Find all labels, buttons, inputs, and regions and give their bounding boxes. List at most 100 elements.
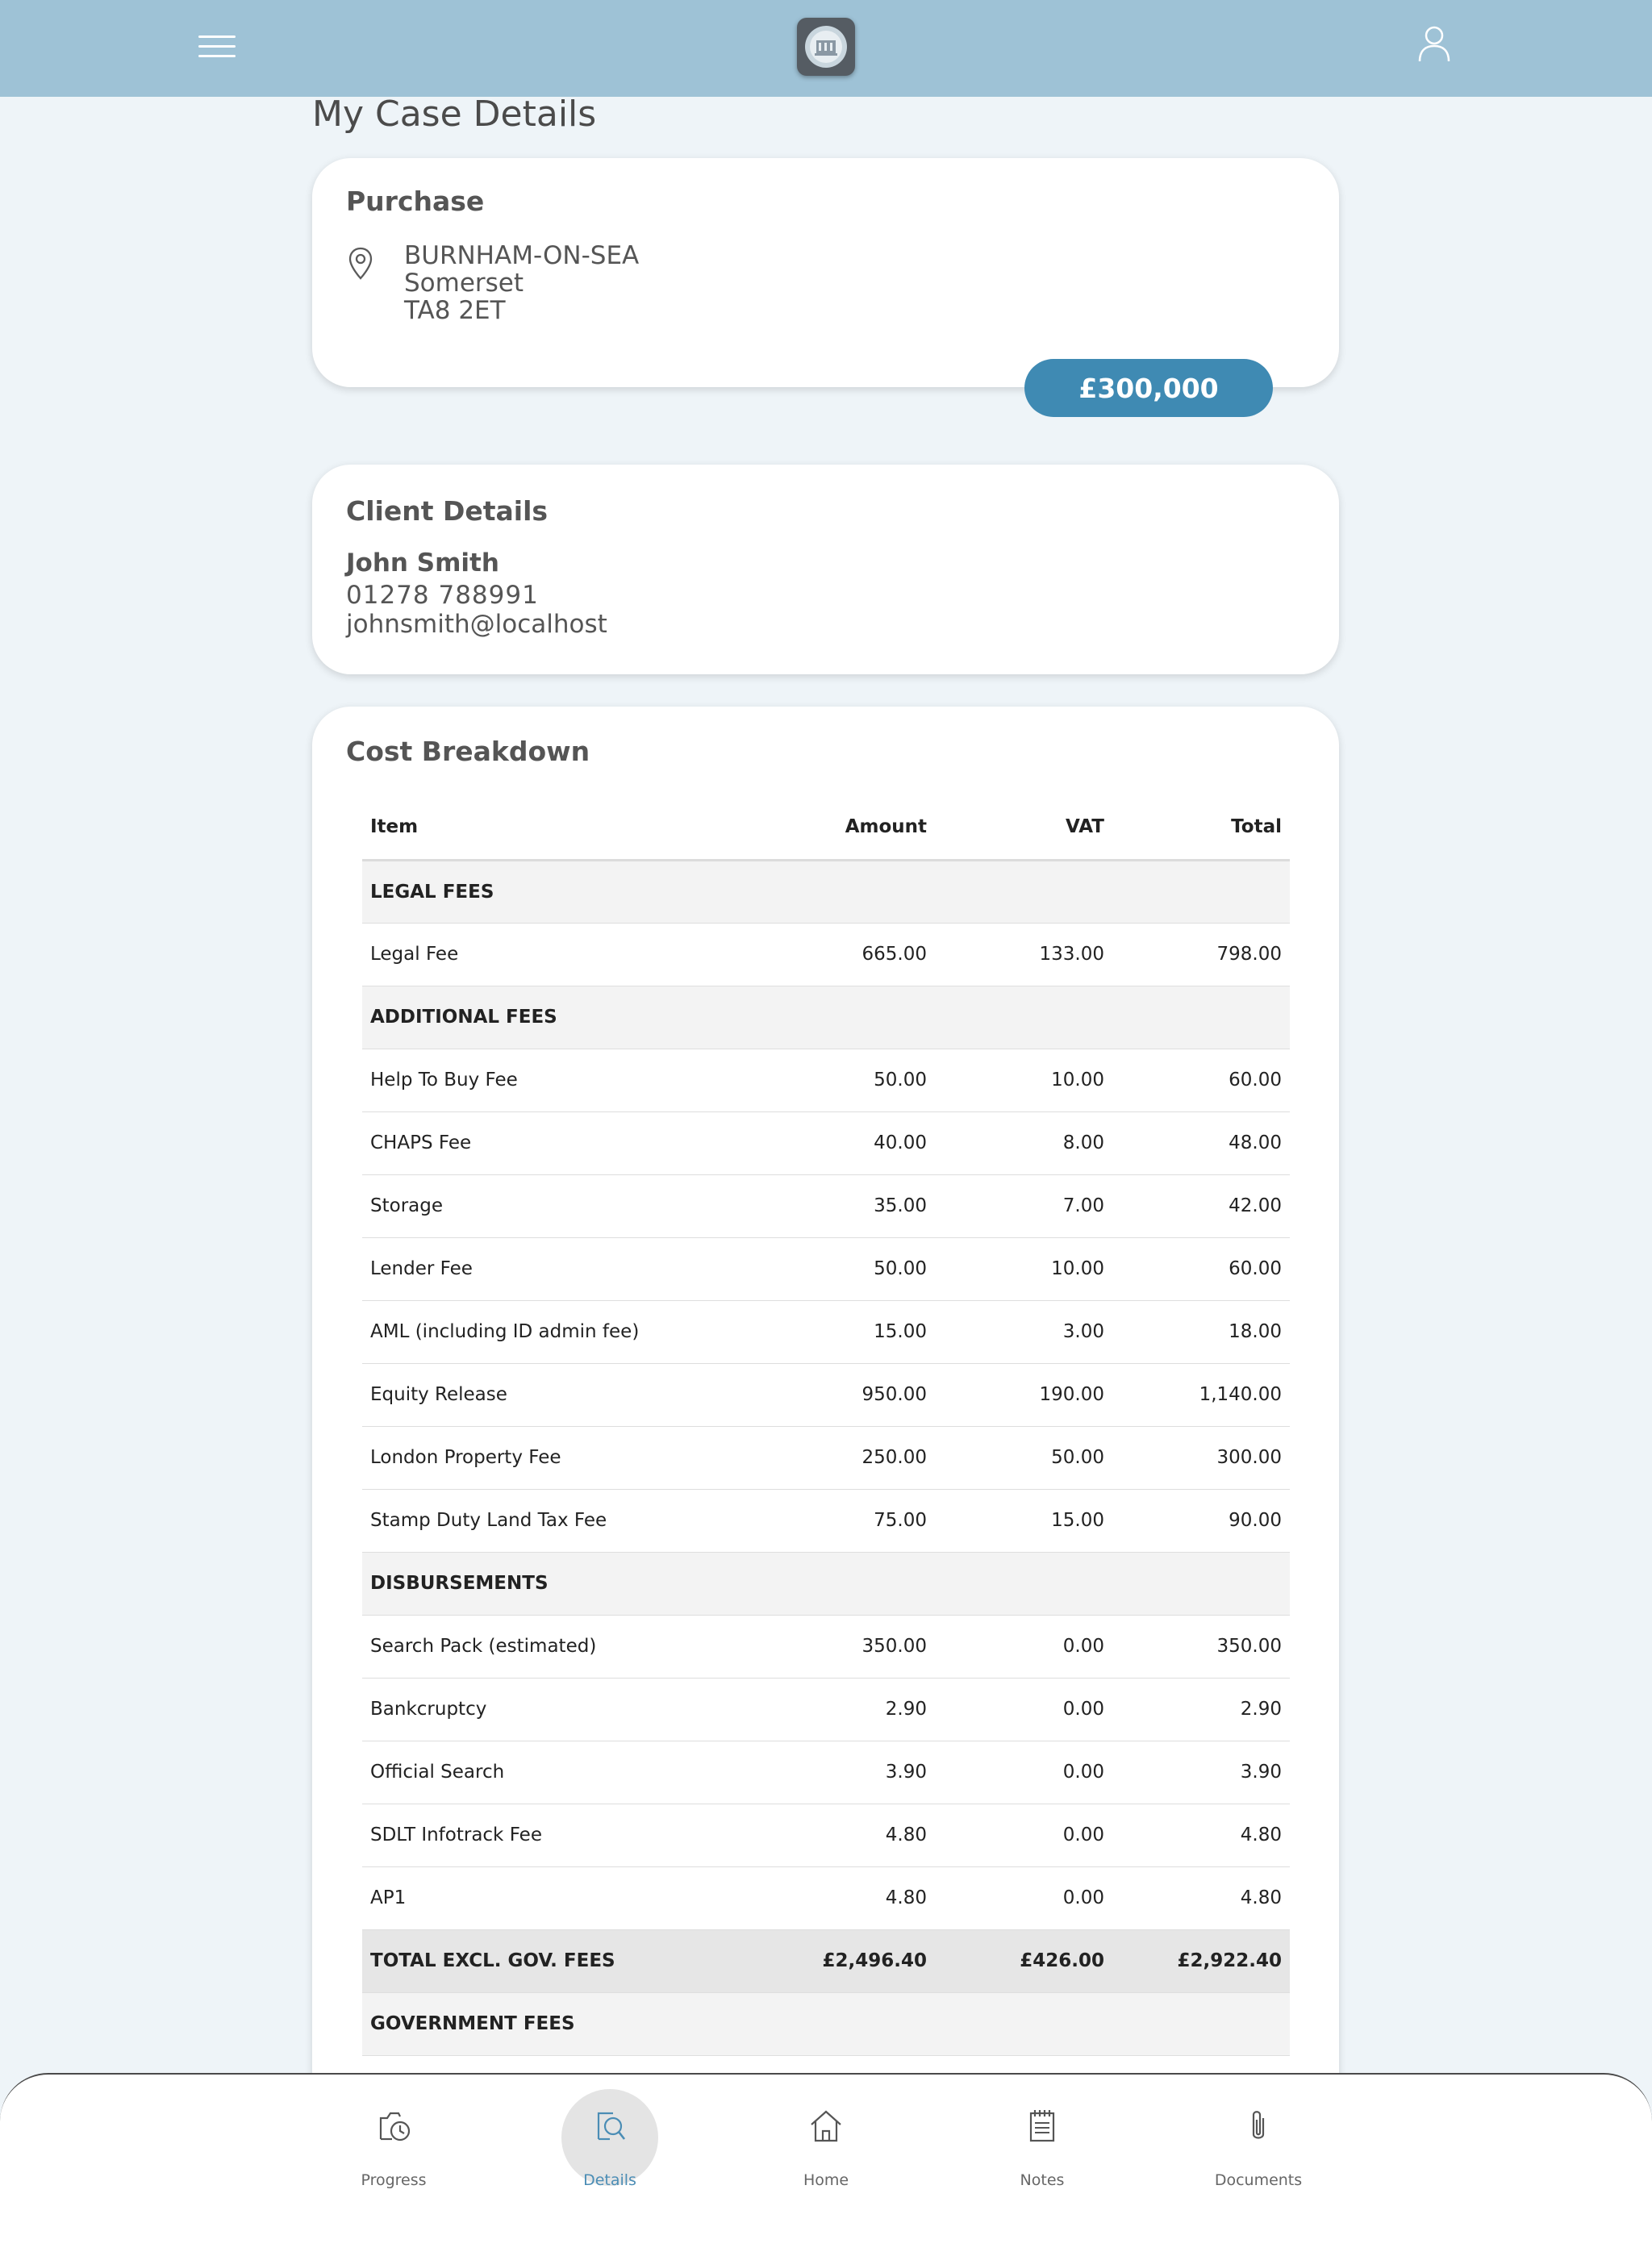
address-county: Somerset	[404, 269, 524, 298]
cell-vat: 10.00	[935, 1049, 1112, 1112]
top-app-bar	[0, 0, 1652, 97]
cost-breakdown-title: Cost Breakdown	[346, 736, 590, 767]
table-row: London Property Fee 250.00 50.00 300.00	[362, 1426, 1290, 1490]
table-row: AML (including ID admin fee) 15.00 3.00 18.…	[362, 1300, 1290, 1364]
cell-total: 300.00	[1112, 1426, 1290, 1490]
cell-item: SDLT Infotrack Fee	[362, 1804, 741, 1867]
table-row: Bankcruptcy 2.90 0.00 2.90	[362, 1678, 1290, 1741]
section-heading-row: GOVERNMENT FEES	[362, 1992, 1290, 2056]
nav-notes-label: Notes	[1020, 2171, 1065, 2189]
table-row: Lender Fee 50.00 10.00 60.00	[362, 1237, 1290, 1301]
nav-details-label: Details	[583, 2171, 636, 2189]
client-email[interactable]: johnsmith@localhost	[346, 610, 607, 639]
page-title: My Case Details	[312, 94, 597, 135]
cell-amount: 15.00	[741, 1300, 935, 1364]
cell-amount: 50.00	[741, 1049, 935, 1112]
cell-amount: 350.00	[741, 1615, 935, 1679]
cost-table: Item Amount VAT Total LEGAL FEES Legal Fe…	[362, 795, 1290, 2056]
client-name: John Smith	[346, 548, 499, 578]
cell-amount: 2.90	[741, 1678, 935, 1741]
cell-amount: 665.00	[741, 923, 935, 986]
cell-amount: 950.00	[741, 1363, 935, 1427]
total-amount: £2,496.40	[741, 1929, 935, 1993]
client-phone[interactable]: 01278 788991	[346, 581, 539, 610]
cell-vat: 133.00	[935, 923, 1112, 986]
address-postcode: TA8 2ET	[404, 296, 506, 325]
section-heading-row: DISBURSEMENTS	[362, 1552, 1290, 1616]
cell-vat: 8.00	[935, 1111, 1112, 1175]
nav-progress[interactable]: Progress	[329, 2092, 458, 2189]
cell-item: AML (including ID admin fee)	[362, 1300, 741, 1364]
cell-vat: 15.00	[935, 1489, 1112, 1553]
cell-item: AP1	[362, 1866, 741, 1930]
cell-vat: 50.00	[935, 1426, 1112, 1490]
table-row: Legal Fee 665.00 133.00 798.00	[362, 923, 1290, 986]
hamburger-menu-icon[interactable]	[198, 32, 236, 61]
section-heading-government: GOVERNMENT FEES	[362, 1992, 1290, 2056]
nav-notes[interactable]: Notes	[978, 2092, 1107, 2189]
cell-total: 60.00	[1112, 1049, 1290, 1112]
cell-amount: 75.00	[741, 1489, 935, 1553]
location-pin-icon	[348, 247, 373, 284]
section-heading: ADDITIONAL FEES	[362, 986, 1290, 1049]
cell-item: Lender Fee	[362, 1237, 741, 1301]
nav-documents-label: Documents	[1214, 2171, 1303, 2189]
brand-logo[interactable]	[797, 18, 855, 76]
cell-vat: 0.00	[935, 1804, 1112, 1867]
document-search-icon	[590, 2107, 629, 2149]
nav-home-label: Home	[803, 2171, 849, 2189]
table-row: Search Pack (estimated) 350.00 0.00 350.00	[362, 1615, 1290, 1679]
cost-breakdown-card: Cost Breakdown Item Amount VAT Total LEG…	[312, 707, 1339, 2239]
cell-amount: 4.80	[741, 1804, 935, 1867]
header-vat: VAT	[935, 795, 1112, 861]
cell-total: 2.90	[1112, 1678, 1290, 1741]
table-row: Storage 35.00 7.00 42.00	[362, 1174, 1290, 1238]
cell-item: CHAPS Fee	[362, 1111, 741, 1175]
cell-item: Equity Release	[362, 1363, 741, 1427]
cell-vat: 0.00	[935, 1678, 1112, 1741]
nav-details[interactable]: Details	[545, 2089, 674, 2189]
cell-total: 4.80	[1112, 1804, 1290, 1867]
cell-total: 3.90	[1112, 1741, 1290, 1804]
nav-home[interactable]: Home	[761, 2092, 891, 2189]
total-total: £2,922.40	[1112, 1929, 1290, 1993]
cell-amount: 3.90	[741, 1741, 935, 1804]
cell-total: 18.00	[1112, 1300, 1290, 1364]
section-heading: DISBURSEMENTS	[362, 1552, 1290, 1616]
cell-amount: 4.80	[741, 1866, 935, 1930]
cell-item: Official Search	[362, 1741, 741, 1804]
table-row: Equity Release 950.00 190.00 1,140.00	[362, 1363, 1290, 1427]
property-address: BURNHAM-ON-SEA Somerset TA8 2ET	[404, 242, 639, 324]
cell-amount: 50.00	[741, 1237, 935, 1301]
total-vat: £426.00	[935, 1929, 1112, 1993]
cell-total: 60.00	[1112, 1237, 1290, 1301]
address-town: BURNHAM-ON-SEA	[404, 241, 640, 270]
table-row: Official Search 3.90 0.00 3.90	[362, 1741, 1290, 1804]
section-heading-row: ADDITIONAL FEES	[362, 986, 1290, 1049]
nav-documents[interactable]: Documents	[1194, 2092, 1323, 2189]
cell-total: 350.00	[1112, 1615, 1290, 1679]
section-heading-row: LEGAL FEES	[362, 860, 1290, 924]
header-item: Item	[362, 795, 741, 861]
total-row: TOTAL EXCL. GOV. FEES £2,496.40 £426.00 £2,…	[362, 1929, 1290, 1993]
cell-total: 798.00	[1112, 923, 1290, 986]
cell-vat: 10.00	[935, 1237, 1112, 1301]
paperclip-icon	[1239, 2107, 1278, 2149]
cell-vat: 190.00	[935, 1363, 1112, 1427]
cell-vat: 0.00	[935, 1741, 1112, 1804]
cell-total: 48.00	[1112, 1111, 1290, 1175]
bottom-navigation: Progress Details Home Notes Documents	[0, 2073, 1652, 2252]
table-row: Help To Buy Fee 50.00 10.00 60.00	[362, 1049, 1290, 1112]
user-profile-icon[interactable]	[1416, 24, 1452, 63]
cell-vat: 0.00	[935, 1615, 1112, 1679]
purchase-title: Purchase	[346, 186, 485, 217]
total-item: TOTAL EXCL. GOV. FEES	[362, 1929, 741, 1993]
client-details-title: Client Details	[346, 495, 549, 527]
progress-clock-icon	[374, 2107, 413, 2149]
cell-amount: 250.00	[741, 1426, 935, 1490]
nav-progress-label: Progress	[361, 2171, 427, 2189]
cell-item: Help To Buy Fee	[362, 1049, 741, 1112]
table-row: AP1 4.80 0.00 4.80	[362, 1866, 1290, 1930]
cell-item: Storage	[362, 1174, 741, 1238]
purchase-price-badge[interactable]: £300,000	[1024, 359, 1273, 417]
